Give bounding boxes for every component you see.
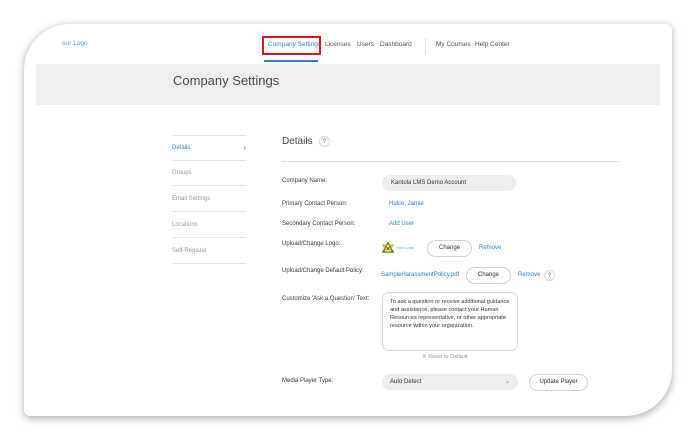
sidebar-item-locations[interactable]: Locations	[172, 213, 246, 238]
app-window: our Logo Company Settings Licenses Users…	[26, 26, 670, 414]
sidebar-item-label: Groups	[172, 170, 192, 176]
secondary-contact-label: Secondary Contact Person:	[282, 221, 356, 227]
sidebar-item-label: Email Settings	[172, 196, 211, 202]
nav-licenses[interactable]: Licenses	[325, 41, 351, 48]
change-policy-button[interactable]: Change	[466, 267, 511, 284]
screenshot-frame: our Logo Company Settings Licenses Users…	[26, 26, 670, 414]
logo-preview-text: Your Logo	[396, 245, 415, 250]
remove-logo-link[interactable]: Remove	[479, 245, 501, 251]
sidebar-item-label: Locations	[172, 222, 198, 228]
sidebar-item-groups[interactable]: Groups	[172, 161, 246, 186]
sidebar-item-self-register[interactable]: Self-Register	[172, 239, 246, 264]
upload-logo-label: Upload/Change Logo:	[282, 241, 341, 247]
annotation-highlight-box	[262, 36, 321, 55]
media-player-select[interactable]: Auto Detect ⌄	[382, 374, 518, 390]
help-icon[interactable]: ?	[319, 136, 330, 147]
media-player-label: Media Player Type:	[282, 378, 334, 384]
top-nav: our Logo Company Settings Licenses Users…	[26, 26, 670, 64]
page-header-band	[36, 64, 660, 105]
policy-file-link[interactable]: SampleHarassmentPolicy.pdf	[381, 272, 459, 278]
nav-help-center[interactable]: Help Center	[475, 41, 510, 48]
section-title: Details	[282, 136, 313, 147]
logo-preview-icon	[382, 242, 394, 254]
change-logo-button[interactable]: Change	[427, 240, 472, 257]
primary-contact-label: Primary Contact Person:	[282, 201, 348, 207]
section-divider	[282, 161, 620, 162]
add-user-link[interactable]: Add User	[389, 221, 414, 227]
ask-question-textarea[interactable]: To ask a question or receive additional …	[382, 292, 518, 351]
sidebar-item-label: Self-Register	[172, 248, 207, 254]
brand-logo[interactable]: our Logo	[62, 40, 88, 47]
company-name-label: Company Name:	[282, 178, 328, 184]
upload-policy-label: Upload/Change Default Policy:	[282, 268, 364, 274]
ask-question-label: Customize 'Ask a Question' Text:	[282, 296, 370, 302]
media-player-value: Auto Detect	[390, 379, 422, 385]
sidebar-item-email-settings[interactable]: Email Settings	[172, 187, 246, 212]
nav-dashboard[interactable]: Dashboard	[380, 41, 412, 48]
chevron-right-icon: ›	[243, 143, 246, 152]
company-name-field[interactable]: Kantola LMS Demo Account	[382, 175, 516, 191]
nav-users[interactable]: Users	[357, 41, 374, 48]
update-player-button[interactable]: Update Player	[529, 374, 588, 391]
policy-help-icon[interactable]: ?	[544, 270, 555, 281]
reset-to-default-link[interactable]: ✕ Reset to Default	[422, 354, 468, 360]
chevron-down-icon: ⌄	[504, 379, 510, 385]
remove-policy-link[interactable]: Remove	[518, 272, 540, 278]
sidebar-item-details[interactable]: Details ›	[172, 136, 246, 161]
sidebar-item-label: Details	[172, 145, 191, 151]
nav-my-courses[interactable]: My Courses	[436, 41, 471, 48]
primary-contact-link[interactable]: Hulce, Jamie	[389, 201, 424, 207]
page-title: Company Settings	[173, 73, 280, 88]
active-tab-underline	[264, 60, 318, 62]
nav-divider	[425, 38, 426, 54]
